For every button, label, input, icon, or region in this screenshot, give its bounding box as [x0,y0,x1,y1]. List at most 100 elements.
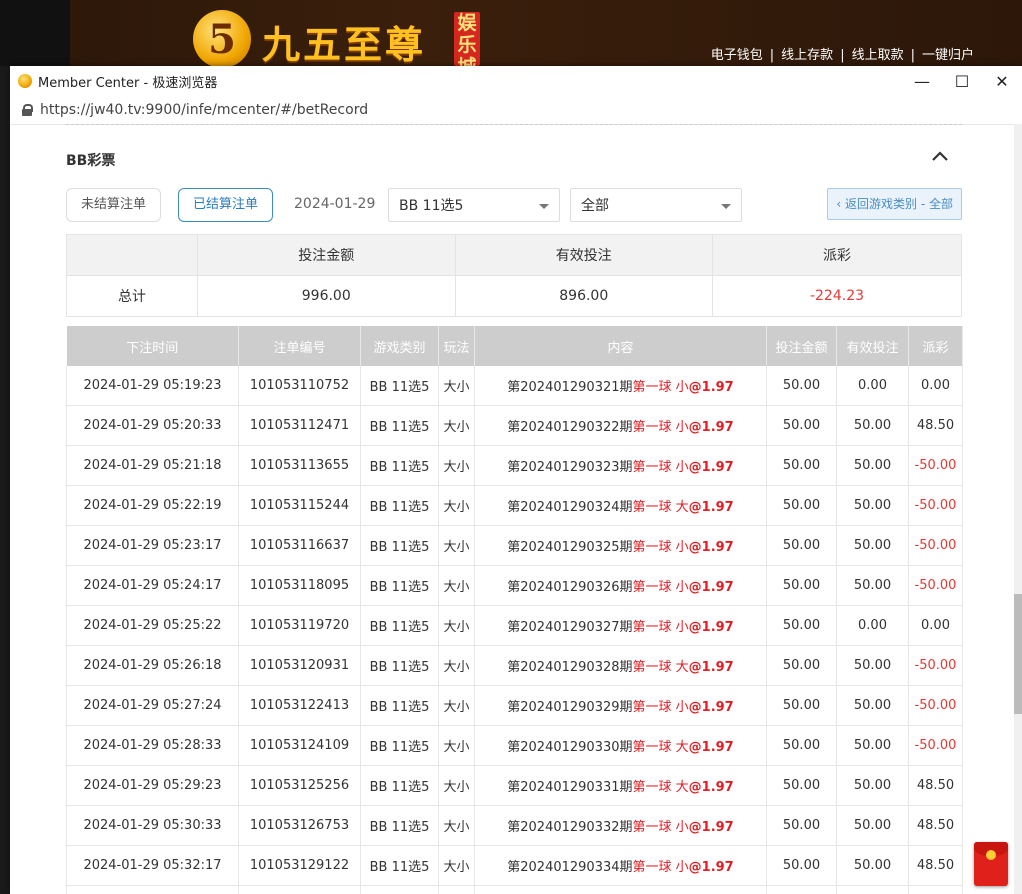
cell-payout: 0.00 [908,605,963,646]
top-link-consolidate[interactable]: 一键归户 [922,48,974,63]
summary-header-bet: 投注金额 [197,234,456,276]
cell-time: 2024-01-29 05:26:18 [66,645,239,686]
lock-icon [22,104,33,116]
bet-records-table: 下注时间 注单编号 游戏类别 玩法 内容 投注金额 有效投注 派彩 2024-0… [66,326,963,894]
cell-valid: 50.00 [836,405,909,446]
chevron-up-icon[interactable] [932,150,948,162]
tab-settled[interactable]: 已结算注单 [178,188,274,222]
col-header-amount[interactable]: 投注金额 [766,326,837,366]
page-content: BB彩票 未结算注单 已结算注单 2024-01-29 BB 11选5 全部 ‹… [10,124,1022,894]
table-row: 2024-01-29 05:25:22 101053119720 BB 11选5 大小… [66,605,963,646]
cell-amount: 50.00 [766,405,837,446]
cell-payout: 48.50 [908,845,963,886]
cell-id: 101053113655 [238,445,361,486]
content-odds: @1.97 [688,460,734,475]
address-bar[interactable]: https://jw40.tv:9900/infe/mcenter/#/betR… [10,96,1022,125]
col-header-game[interactable]: 游戏类别 [360,326,439,366]
cell-content: 第202401290321期第一球 小@1.97 [474,366,767,406]
url-text[interactable]: https://jw40.tv:9900/infe/mcenter/#/betR… [40,102,368,118]
filter-row: 未结算注单 已结算注单 2024-01-29 BB 11选5 全部 ‹ 返回游戏… [66,188,962,224]
col-header-id[interactable]: 注单编号 [238,326,361,366]
top-link-wallet[interactable]: 电子钱包 [711,48,763,63]
cell-game: BB 11选5 [360,525,439,566]
browser-logo-icon [18,74,32,88]
table-row: 2024-01-29 05:20:33 101053112471 BB 11选5 大小… [66,405,963,446]
cell-play: 大小 [438,885,475,894]
top-link-withdraw[interactable]: 线上取款 [852,48,904,63]
content-pick: 第一球 小 [632,460,689,475]
content-odds: @1.97 [688,420,734,435]
table-row: 2024-01-29 05:19:23 101053110752 BB 11选5 大小… [66,366,963,406]
cell-content: 第202401290332期第一球 小@1.97 [474,805,767,846]
content-pick: 第一球 小 [632,380,689,395]
cell-time: 2024-01-29 05:19:23 [66,366,239,406]
cell-valid: 50.00 [836,485,909,526]
cell-time: 2024-01-29 05:20:33 [66,405,239,446]
top-link-separator: | [840,48,845,63]
close-button[interactable]: ✕ [982,66,1022,96]
cell-valid: 50.00 [836,885,909,894]
summary-bet-amount: 996.00 [197,275,456,317]
cell-content: 第202401290334期第一球 小@1.97 [474,845,767,886]
table-row: 2024-01-29 05:28:33 101053124109 BB 11选5 大小… [66,725,963,766]
cell-play: 大小 [438,525,475,566]
content-period: 第202401290321期 [507,380,633,395]
cell-time: 2024-01-29 05:29:23 [66,765,239,806]
cell-play: 大小 [438,445,475,486]
col-header-time[interactable]: 下注时间 [66,326,239,366]
back-to-categories-button[interactable]: ‹ 返回游戏类别 - 全部 [827,188,962,220]
top-link-separator: | [769,48,775,63]
type-select[interactable]: 全部 [570,188,742,222]
cell-game: BB 11选5 [360,366,439,406]
cell-time: 2024-01-29 05:21:18 [66,445,239,486]
col-header-play[interactable]: 玩法 [438,326,475,366]
table-row: 2024-01-29 05:35:44101053133652BB 11选5大小… [66,885,963,894]
cell-valid: 50.00 [836,685,909,726]
content-pick: 第一球 小 [632,580,689,595]
tab-unsettled[interactable]: 未结算注单 [66,188,162,222]
content-pick: 第一球 小 [632,820,689,835]
cell-id: 101053120931 [238,645,361,686]
top-link-separator: | [910,48,915,63]
summary-header-payout: 派彩 [712,234,962,276]
cell-play: 大小 [438,565,475,606]
cell-game: BB 11选5 [360,645,439,686]
content-odds: @1.97 [688,580,734,595]
game-select[interactable]: BB 11选5 [388,188,560,222]
scrollbar-thumb[interactable] [1014,594,1022,714]
table-row: 2024-01-29 05:22:19 101053115244 BB 11选5 大小… [66,485,963,526]
cell-id: 101053126753 [238,805,361,846]
cell-play: 大小 [438,366,475,406]
cell-time: 2024-01-29 05:22:19 [66,485,239,526]
cell-play: 大小 [438,405,475,446]
cell-game: BB 11选5 [360,845,439,886]
cell-id: 101053118095 [238,565,361,606]
red-packet-icon[interactable] [974,842,1008,886]
col-header-payout[interactable]: 派彩 [908,326,963,366]
cell-id: 101053129122 [238,845,361,886]
cell-payout: -50.00 [908,485,963,526]
content-odds: @1.97 [688,540,734,555]
content-period: 第202401290328期 [507,660,633,675]
chevron-down-icon [721,204,731,209]
col-header-content[interactable]: 内容 [474,326,767,366]
table-row: 2024-01-29 05:23:17 101053116637 BB 11选5 大小… [66,525,963,566]
top-link-deposit[interactable]: 线上存款 [781,48,833,63]
cell-game: BB 11选5 [360,685,439,726]
cell-play: 大小 [438,765,475,806]
cell-game: BB 11选5 [360,485,439,526]
cell-play: 大小 [438,685,475,726]
cell-content: 第202401290328期第一球 大@1.97 [474,645,767,686]
cell-payout: -50.00 [908,565,963,606]
col-header-valid[interactable]: 有效投注 [836,326,909,366]
cell-content: 第202401290337期第一球 大@1.97 [474,885,767,894]
content-pick: 第一球 小 [632,540,689,555]
cell-amount: 50.00 [766,805,837,846]
page-scrollbar[interactable] [1014,124,1022,894]
cell-time: 2024-01-29 05:24:17 [66,565,239,606]
minimize-button[interactable]: — [902,66,942,96]
content-period: 第202401290325期 [507,540,633,555]
cell-valid: 50.00 [836,565,909,606]
maximize-button[interactable]: ☐ [942,66,982,96]
cell-game: BB 11选5 [360,565,439,606]
